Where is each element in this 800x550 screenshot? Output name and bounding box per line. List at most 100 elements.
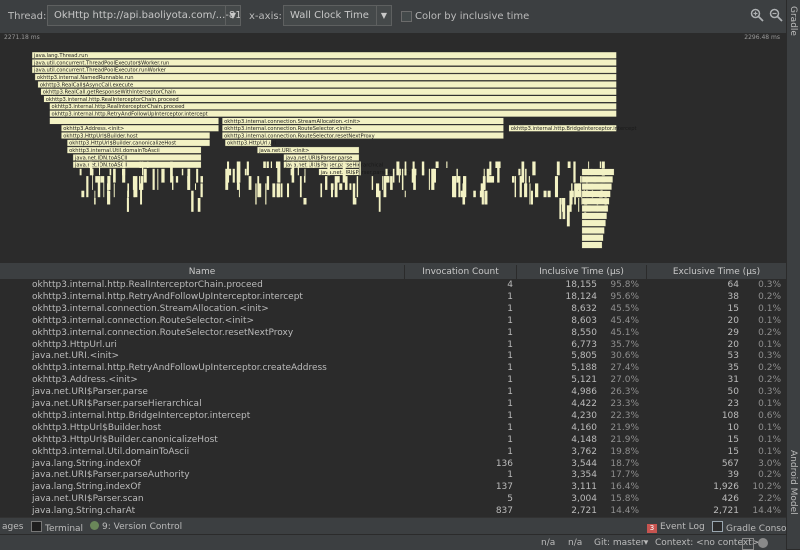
flame-frame[interactable] bbox=[49, 117, 219, 125]
table-row[interactable]: java.net.URI$Parser.parseHierarchical 1 4,… bbox=[0, 398, 786, 410]
flame-frame[interactable]: okhttp3.internal.connection.StreamAlloca… bbox=[221, 117, 504, 125]
column-header-inclusive-time[interactable]: Inclusive Time (µs) bbox=[517, 265, 647, 279]
cell-excl-pct: 0.2% bbox=[758, 327, 781, 338]
flame-frame[interactable]: okhttp3.HttpUrl$Builder.host bbox=[61, 132, 211, 139]
column-header-name[interactable]: Name bbox=[0, 265, 405, 279]
table-row[interactable]: java.lang.String.charAt 837 2,721 14.4% 2,72… bbox=[0, 505, 786, 517]
cell-incl: 4,160 bbox=[571, 422, 597, 433]
flame-frame[interactable]: okhttp3.HttpUrl$Builder.canonicalizeHost bbox=[66, 139, 211, 147]
table-row[interactable]: java.net.URI$Parser.scan 5 3,004 15.8% 426 2.… bbox=[0, 493, 786, 505]
flame-slice bbox=[599, 161, 602, 168]
tool-tab-version-control-label: 9: Version Control bbox=[102, 522, 183, 532]
flame-frame[interactable]: java.lang.Thread.run bbox=[31, 51, 617, 59]
table-row[interactable]: okhttp3.Address.<init> 1 5,121 27.0% 31 0.2% bbox=[0, 374, 786, 386]
table-row[interactable]: java.lang.String.indexOf 136 3,544 18.7% 567… bbox=[0, 458, 786, 470]
inspector-icon[interactable] bbox=[758, 538, 768, 548]
zoom-out-icon[interactable] bbox=[768, 8, 784, 24]
cell-name: okhttp3.internal.connection.RouteSelecto… bbox=[32, 315, 255, 326]
table-row[interactable]: java.net.URI$Parser.parseAuthority 1 3,354… bbox=[0, 469, 786, 481]
zoom-in-icon[interactable] bbox=[749, 8, 765, 24]
flame-frame[interactable]: java.net.URI$Parser.parse bbox=[283, 153, 360, 161]
flame-slice bbox=[382, 176, 384, 190]
xaxis-combo[interactable]: Wall Clock Time ▼ bbox=[283, 5, 392, 26]
flame-slice bbox=[122, 161, 126, 168]
cell-excl-pct: 0.1% bbox=[758, 446, 781, 457]
cell-excl: 35 bbox=[727, 363, 739, 374]
table-row[interactable]: java.net.URI.<init> 1 5,805 30.6% 53 0.3% bbox=[0, 350, 786, 362]
flame-frame[interactable]: okhttp3.internal.http.RealInterceptorCha… bbox=[43, 95, 617, 103]
cell-incl: 3,354 bbox=[571, 470, 597, 481]
color-by-inclusive-checkbox[interactable] bbox=[401, 11, 412, 22]
flame-frame[interactable]: okhttp3.Address.<init> bbox=[61, 124, 219, 132]
status-git-branch[interactable]: Git: master bbox=[594, 537, 645, 549]
cell-count: 1 bbox=[507, 375, 513, 386]
flame-slice bbox=[371, 176, 374, 190]
right-tab-android-model[interactable]: Android Model bbox=[788, 450, 798, 515]
flame-slice bbox=[181, 168, 184, 176]
thread-combo[interactable]: OkHttp http://api.baoliyota.com/...-8147… bbox=[47, 5, 241, 26]
flame-slice bbox=[95, 176, 99, 183]
flame-frame[interactable]: okhttp3.internal.http.RealInterceptorCha… bbox=[49, 102, 617, 110]
tool-tab-version-control[interactable]: 9: Version Control bbox=[90, 521, 182, 533]
table-row[interactable]: okhttp3.HttpUrl$Builder.host 1 4,160 21.9% 1… bbox=[0, 422, 786, 434]
tool-tab-terminal[interactable]: Terminal bbox=[31, 521, 83, 534]
flame-slice bbox=[511, 176, 515, 183]
table-row[interactable]: okhttp3.internal.http.RetryAndFollowUpIn… bbox=[0, 362, 786, 374]
cell-incl: 6,773 bbox=[571, 339, 597, 350]
flame-slice bbox=[581, 205, 609, 212]
flame-slice bbox=[246, 161, 249, 176]
table-row[interactable]: okhttp3.internal.Util.domainToAscii 1 3,76… bbox=[0, 446, 786, 458]
version-control-icon bbox=[90, 521, 99, 530]
flame-frame[interactable]: java.net.IDN.toASCII bbox=[72, 153, 202, 161]
column-header-invocation-count[interactable]: Invocation Count bbox=[405, 265, 517, 279]
flame-slice bbox=[344, 176, 348, 190]
flame-frame[interactable]: okhttp3.internal.NamedRunnable.run bbox=[34, 73, 617, 81]
cell-incl-pct: 19.8% bbox=[610, 446, 639, 457]
status-position-1[interactable]: n/a bbox=[541, 537, 555, 549]
cell-name: java.net.URI$Parser.parseAuthority bbox=[32, 470, 190, 481]
cell-excl-pct: 0.2% bbox=[758, 470, 781, 481]
flame-chart[interactable]: java.lang.Thread.run java.util.concurrent… bbox=[0, 42, 786, 263]
flame-slice bbox=[79, 168, 82, 176]
flame-slice bbox=[320, 161, 322, 168]
flame-frame[interactable]: java.util.concurrent.ThreadPoolExecutor$… bbox=[31, 59, 617, 66]
flame-slice bbox=[100, 176, 104, 183]
lock-icon[interactable] bbox=[742, 538, 754, 550]
flame-slice bbox=[275, 161, 278, 168]
table-row[interactable]: okhttp3.internal.http.RetryAndFollowUpIn… bbox=[0, 291, 786, 303]
table-row[interactable]: okhttp3.HttpUrl$Builder.canonicalizeHost… bbox=[0, 434, 786, 446]
flame-frame[interactable]: java.net.URI.<init> bbox=[257, 146, 360, 154]
column-header-exclusive-time[interactable]: Exclusive Time (µs) bbox=[647, 265, 786, 279]
status-position-2[interactable]: n/a bbox=[568, 537, 582, 549]
flame-slice bbox=[402, 176, 404, 190]
right-tab-gradle[interactable]: Gradle bbox=[788, 6, 798, 36]
flame-frame-label: java.net.IDN.toASCII bbox=[74, 155, 128, 161]
table-row[interactable]: okhttp3.internal.connection.StreamAlloca… bbox=[0, 303, 786, 315]
flame-slice bbox=[103, 176, 105, 198]
table-row[interactable]: okhttp3.internal.connection.RouteSelecto… bbox=[0, 327, 786, 339]
table-row[interactable]: okhttp3.internal.http.BridgeInterceptor.… bbox=[0, 410, 786, 422]
flame-frame[interactable]: okhttp3.RealCall$AsyncCall.execute bbox=[37, 81, 617, 88]
flame-frame[interactable]: okhttp3.internal.connection.RouteSelecto… bbox=[221, 124, 504, 132]
flame-frame[interactable]: okhttp3.HttpUrl.uri bbox=[224, 139, 276, 147]
flame-frame-label: java.util.concurrent.ThreadPoolExecutor$… bbox=[33, 60, 169, 66]
cell-name: java.net.URI$Parser.parse bbox=[32, 387, 148, 398]
flame-frame[interactable]: okhttp3.internal.http.BridgeInterceptor.… bbox=[508, 124, 637, 132]
flame-frame[interactable]: okhttp3.internal.connection.RouteSelecto… bbox=[221, 132, 504, 139]
flame-slice bbox=[581, 190, 611, 198]
tool-tab-event-log[interactable]: 3 Event Log bbox=[647, 521, 705, 533]
table-row[interactable]: okhttp3.internal.connection.RouteSelecto… bbox=[0, 315, 786, 327]
table-row[interactable]: okhttp3.internal.http.RealInterceptorCha… bbox=[0, 279, 786, 291]
table-row[interactable]: java.net.URI$Parser.parse 1 4,986 26.3% 50 0.… bbox=[0, 386, 786, 398]
tool-tab-gradle-console[interactable]: Gradle Console bbox=[712, 521, 795, 534]
flame-frame[interactable]: java.util.concurrent.ThreadPoolExecutor.… bbox=[31, 66, 617, 74]
table-row[interactable]: java.lang.String.indexOf 137 3,111 16.4% 1,9… bbox=[0, 481, 786, 493]
flame-frame[interactable]: okhttp3.internal.Util.domainToAscii bbox=[66, 146, 202, 154]
cell-count: 1 bbox=[507, 470, 513, 481]
flame-slice bbox=[139, 161, 142, 168]
tool-tab-messages[interactable]: ages bbox=[2, 521, 23, 533]
flame-slice bbox=[228, 168, 232, 176]
table-row[interactable]: okhttp3.HttpUrl.uri 1 6,773 35.7% 20 0.1% bbox=[0, 339, 786, 351]
flame-frame[interactable]: okhttp3.RealCall.getResponseWithIntercep… bbox=[40, 88, 617, 96]
flame-frame[interactable]: okhttp3.internal.http.RetryAndFollowUpIn… bbox=[49, 110, 617, 118]
